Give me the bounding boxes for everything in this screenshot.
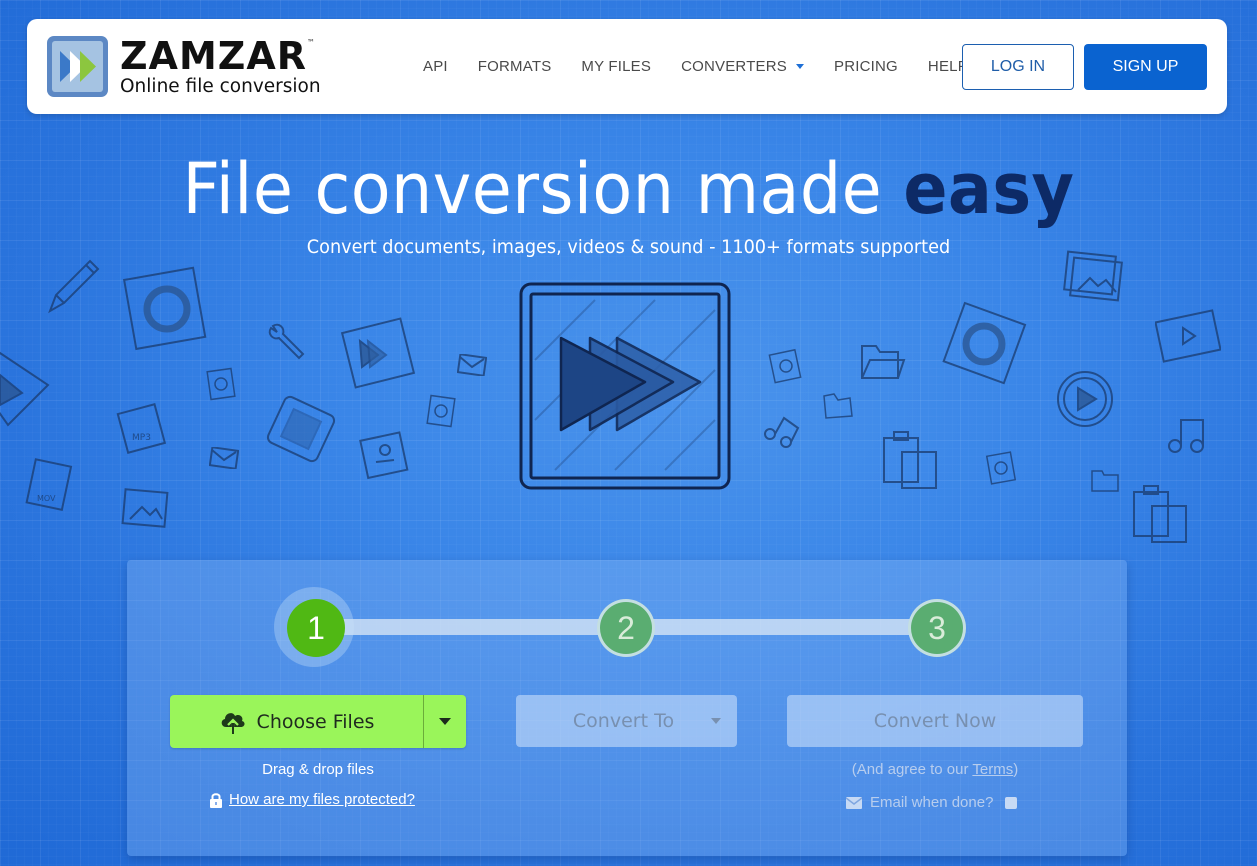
converter-panel: 1 2 3 Choose Files Convert To Convert No…: [127, 560, 1127, 856]
logo-name: ZAMZAR ™: [120, 33, 317, 78]
caret-down-icon: [711, 718, 721, 724]
mov-file-icon: MOV: [25, 458, 73, 512]
wrench-icon: [268, 323, 305, 360]
caret-down-icon: [439, 718, 451, 725]
svg-text:MP3: MP3: [132, 433, 151, 443]
folder-open-icon: [861, 345, 906, 379]
hero-title-emphasis: easy: [903, 148, 1075, 230]
terms-text: (And agree to our Terms): [851, 761, 1019, 778]
nav-converters[interactable]: CONVERTERS: [681, 58, 805, 75]
audio-file-icon: [985, 451, 1017, 485]
contact-card-icon: [359, 431, 409, 480]
nav-my-files[interactable]: MY FILES: [581, 58, 651, 75]
hero-title: File conversion made easy: [182, 148, 1075, 230]
nav-api[interactable]: API: [423, 58, 448, 75]
convert-now-button[interactable]: Convert Now: [787, 695, 1083, 747]
signup-button[interactable]: SIGN UP: [1084, 44, 1207, 90]
step-1-indicator: 1: [287, 599, 345, 657]
image-frame-icon: [0, 351, 50, 427]
choose-files-group: Choose Files: [170, 695, 466, 748]
audio-file-icon: [768, 348, 802, 384]
choose-files-label: Choose Files: [256, 710, 375, 733]
clipboard-icon: [1133, 485, 1187, 543]
choose-files-button[interactable]: Choose Files: [170, 695, 423, 748]
music-notes-icon: [764, 416, 800, 448]
zamzar-logo[interactable]: ZAMZAR ™ Online file conversion: [47, 36, 321, 97]
folder-icon: [823, 393, 853, 419]
film-strip-icon: [266, 395, 336, 463]
nav-pricing[interactable]: PRICING: [834, 58, 898, 75]
logo-tagline: Online file conversion: [120, 75, 321, 97]
clipboard-icon: [883, 431, 937, 489]
nav-formats[interactable]: FORMATS: [478, 58, 552, 75]
audio-file-icon: [206, 367, 236, 401]
main-nav: API FORMATS MY FILES CONVERTERS PRICING …: [423, 19, 998, 114]
drag-drop-hint: Drag & drop files: [262, 761, 374, 778]
fast-forward-icon: [47, 36, 108, 97]
step-3-indicator: 3: [908, 599, 966, 657]
folder-icon: [1091, 470, 1119, 492]
email-when-done-label: Email when done?: [870, 794, 994, 811]
music-notes-icon: [1168, 419, 1204, 453]
pictures-icon: [1063, 250, 1123, 302]
login-button[interactable]: LOG IN: [962, 44, 1074, 90]
cloud-upload-icon: [221, 712, 245, 735]
terms-link[interactable]: Terms: [972, 761, 1013, 778]
play-circle-icon: [1057, 371, 1113, 427]
step-2-indicator: 2: [597, 599, 655, 657]
video-film-icon: [1155, 309, 1221, 363]
files-protected-link[interactable]: How are my files protected?: [229, 791, 415, 808]
email-when-done-row: Email when done?: [846, 794, 1018, 811]
email-when-done-checkbox[interactable]: [1005, 796, 1018, 809]
caret-down-icon: [796, 64, 805, 69]
audio-file-icon: [426, 394, 456, 428]
hero-subtitle: Convert documents, images, videos & soun…: [306, 236, 951, 258]
files-protected-row: How are my files protected?: [209, 791, 415, 808]
convert-to-label: Convert To: [572, 710, 675, 732]
refresh-frame-icon: [942, 301, 1027, 385]
envelope-icon: [209, 447, 239, 469]
site-header: ZAMZAR ™ Online file conversion API FORMA…: [27, 19, 1227, 114]
svg-text:MOV: MOV: [37, 494, 56, 503]
envelope-icon: [846, 796, 862, 809]
envelope-icon: [457, 354, 487, 376]
refresh-frame-icon: [122, 266, 207, 351]
fast-forward-illustration: [519, 282, 731, 490]
convert-to-select[interactable]: Convert To: [516, 695, 737, 747]
fast-forward-frame-icon: [340, 317, 416, 389]
lock-icon: [210, 792, 222, 808]
mp3-file-icon: MP3: [116, 403, 167, 454]
choose-files-dropdown[interactable]: [423, 695, 466, 748]
picture-icon: [121, 488, 169, 528]
pencil-icon: [48, 259, 100, 314]
